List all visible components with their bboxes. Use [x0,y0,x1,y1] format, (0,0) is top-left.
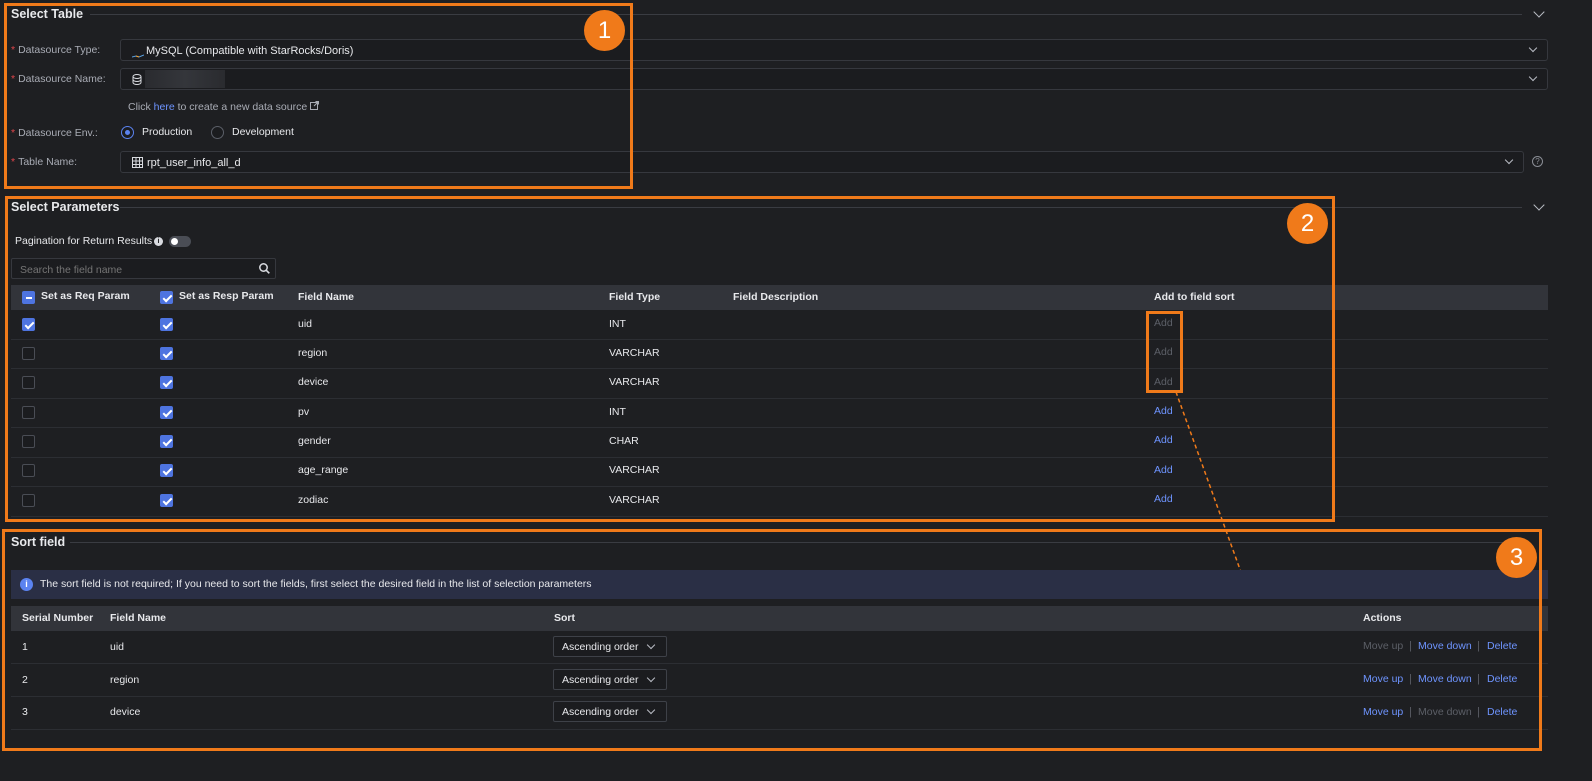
collapse-select-parameters-icon[interactable] [1533,199,1545,211]
chevron-down-icon [1504,155,1514,165]
collapse-select-table-icon[interactable] [1533,6,1545,18]
highlight-add-column [1146,311,1183,393]
highlight-box-2 [5,196,1335,522]
annotation-badge-3: 3 [1496,537,1537,578]
highlight-box-1 [4,3,633,189]
help-icon[interactable]: ? [1532,156,1543,167]
chevron-down-icon [1528,72,1538,82]
highlight-box-3 [2,529,1542,751]
chevron-down-icon [1528,43,1538,53]
annotation-badge-1: 1 [584,10,625,51]
annotation-badge-2: 2 [1287,203,1328,244]
